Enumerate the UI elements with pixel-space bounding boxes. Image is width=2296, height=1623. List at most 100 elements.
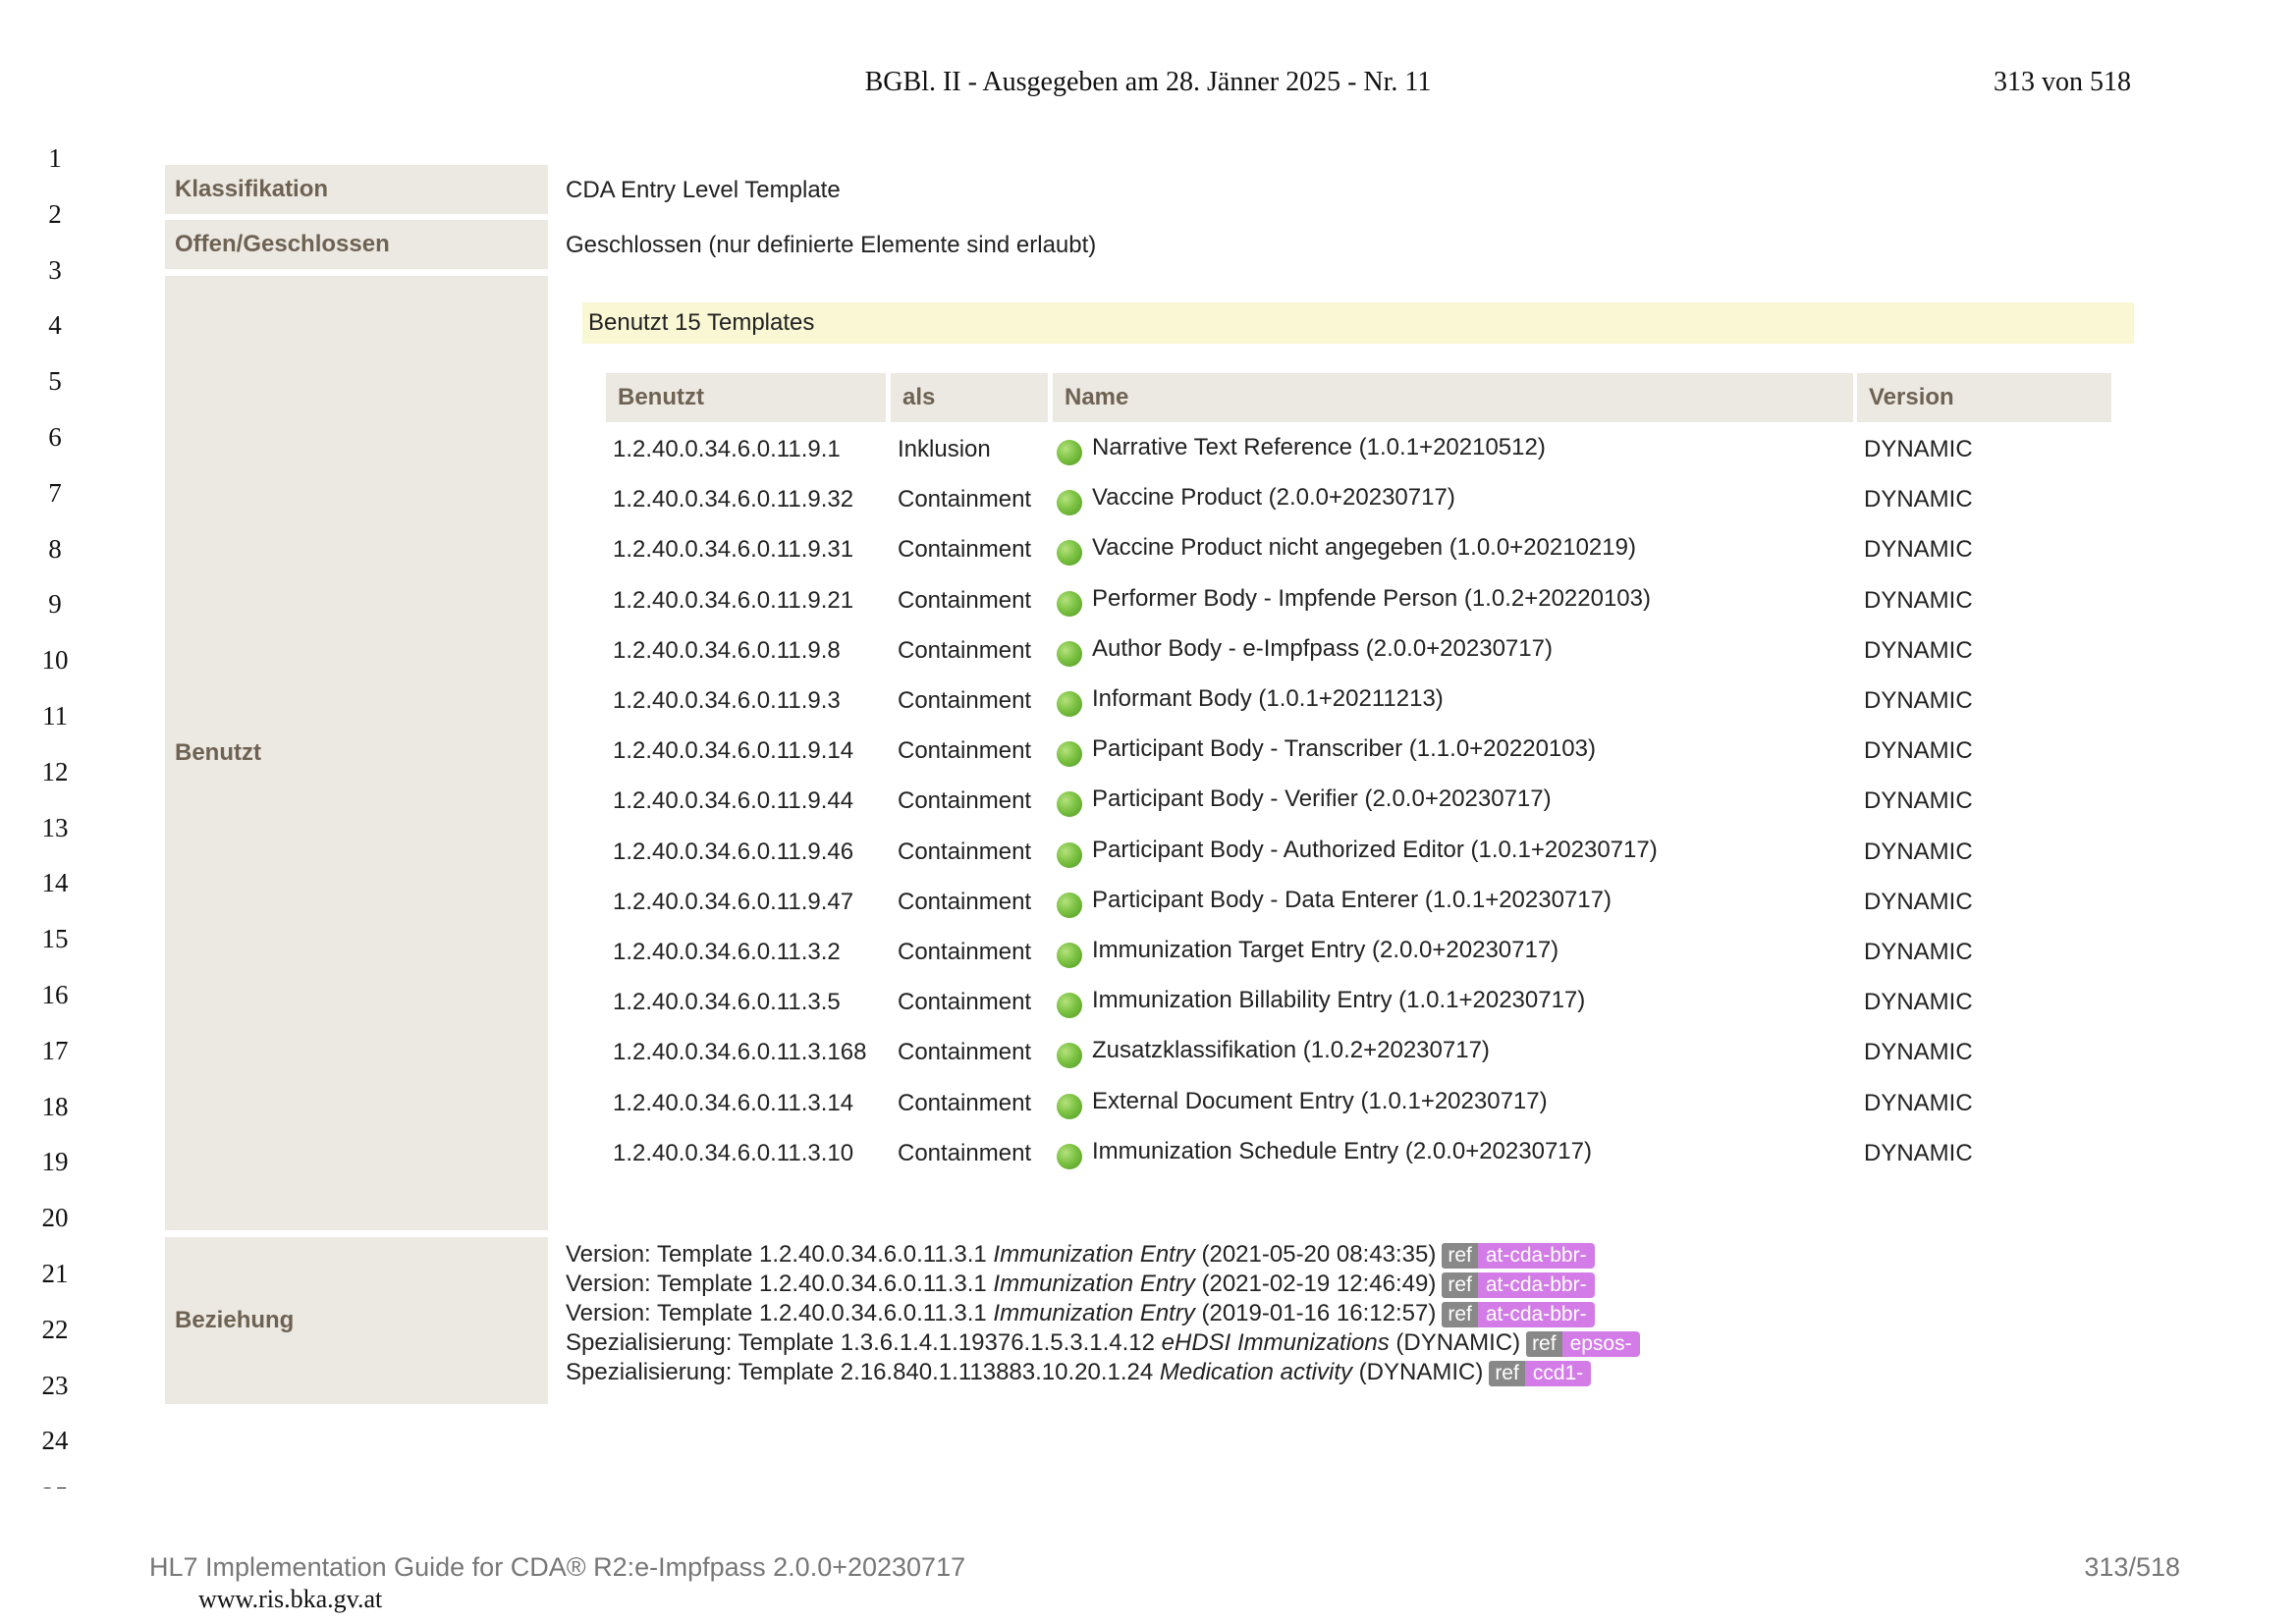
status-active-icon bbox=[1057, 540, 1082, 567]
relationship-suffix: (2019-01-16 16:12:57) bbox=[1194, 1300, 1437, 1326]
template-name-link[interactable]: Immunization Schedule Entry (2.0.0+20230… bbox=[1092, 1138, 1592, 1165]
template-name-link[interactable]: Participant Body - Authorized Editor (1.… bbox=[1092, 837, 1658, 864]
template-id: 1.2.40.0.34.6.0.11.9.21 bbox=[613, 586, 854, 614]
usage-type: Containment bbox=[898, 636, 1032, 664]
usage-type: Containment bbox=[898, 939, 1032, 965]
table-row: 1.2.40.0.34.6.0.11.9.8 Containment Author … bbox=[0, 627, 2296, 677]
relationship-prefix: Version: Template 1.2.40.0.34.6.0.11.3.1 bbox=[566, 1271, 994, 1297]
ref-target-link[interactable]: at-cda-bbr- bbox=[1477, 1301, 1595, 1327]
table-row: 1.2.40.0.34.6.0.11.3.168 Containment Zusat… bbox=[0, 1029, 2296, 1079]
template-name-link[interactable]: Author Body - e-Impfpass (2.0.0+20230717… bbox=[1092, 635, 1553, 663]
status-active-icon bbox=[1057, 440, 1082, 465]
klassifikation-value: CDA Entry Level Template bbox=[566, 177, 841, 203]
template-version: DYNAMIC bbox=[1864, 586, 1973, 614]
usage-type: Inklusion bbox=[898, 436, 991, 462]
relationship-line: Spezialisierung: Template 1.3.6.1.4.1.19… bbox=[566, 1328, 1640, 1358]
relationship-template-name: eHDSI Immunizations bbox=[1161, 1329, 1390, 1356]
usage-type: Containment bbox=[898, 838, 1032, 865]
klassifikation-label: Klassifikation bbox=[165, 165, 548, 214]
relationship-template-name: Immunization Entry bbox=[993, 1271, 1195, 1297]
template-name-link[interactable]: Performer Body - Impfende Person (1.0.2+… bbox=[1092, 585, 1651, 613]
template-name-link[interactable]: Zusatzklassifikation (1.0.2+20230717) bbox=[1092, 1037, 1490, 1064]
table-row: 1.2.40.0.34.6.0.11.3.5 Containment Immuniz… bbox=[0, 979, 2296, 1029]
status-active-icon bbox=[1057, 791, 1082, 818]
line-number: 21 bbox=[41, 1259, 69, 1288]
template-id: 1.2.40.0.34.6.0.11.3.14 bbox=[613, 1089, 854, 1116]
status-active-icon bbox=[1057, 490, 1082, 516]
usage-type: Containment bbox=[898, 586, 1032, 614]
offen-geschlossen-label: Offen/Geschlossen bbox=[165, 220, 548, 269]
table-row: 1.2.40.0.34.6.0.11.9.21 Containment Perfor… bbox=[0, 577, 2296, 627]
template-version: DYNAMIC bbox=[1864, 939, 1973, 965]
relationship-template-name: Medication activity bbox=[1159, 1359, 1352, 1385]
line-number: 4 bbox=[48, 310, 62, 341]
template-id: 1.2.40.0.34.6.0.11.3.10 bbox=[613, 1139, 854, 1166]
table-row: 1.2.40.0.34.6.0.11.3.14 Containment Extern… bbox=[0, 1080, 2296, 1130]
page-header-pagenumber: 313 von 518 bbox=[1994, 67, 2131, 97]
usage-type: Containment bbox=[898, 787, 1032, 815]
template-name-link[interactable]: Vaccine Product (2.0.0+20230717) bbox=[1092, 484, 1455, 512]
template-name-link[interactable]: Informant Body (1.0.1+20211213) bbox=[1092, 685, 1444, 713]
ref-target-link[interactable]: ccd1- bbox=[1524, 1360, 1592, 1386]
status-active-icon bbox=[1057, 993, 1082, 1019]
template-name-link[interactable]: Participant Body - Transcriber (1.1.0+20… bbox=[1092, 735, 1596, 763]
template-version: DYNAMIC bbox=[1864, 737, 1973, 765]
template-name-link[interactable]: Immunization Billability Entry (1.0.1+20… bbox=[1092, 987, 1585, 1014]
relationship-suffix: (2021-02-19 12:46:49) bbox=[1194, 1271, 1437, 1297]
template-version: DYNAMIC bbox=[1864, 536, 1973, 564]
template-name-link[interactable]: External Document Entry (1.0.1+20230717) bbox=[1092, 1088, 1548, 1115]
relationship-template-name: Immunization Entry bbox=[993, 1241, 1195, 1268]
line-number: 25 bbox=[35, 1482, 75, 1488]
template-name-link[interactable]: Participant Body - Data Enterer (1.0.1+2… bbox=[1092, 887, 1612, 914]
line-number: 23 bbox=[41, 1370, 69, 1400]
template-id: 1.2.40.0.34.6.0.11.9.47 bbox=[613, 888, 854, 915]
relationship-prefix: Spezialisierung: Template 1.3.6.1.4.1.19… bbox=[566, 1329, 1162, 1356]
template-name-link[interactable]: Participant Body - Verifier (2.0.0+20230… bbox=[1092, 785, 1552, 813]
ref-badge: ref bbox=[1526, 1330, 1562, 1357]
table-row: 1.2.40.0.34.6.0.11.9.14 Containment Partic… bbox=[0, 728, 2296, 778]
template-id: 1.2.40.0.34.6.0.11.9.1 bbox=[613, 436, 841, 462]
template-version: DYNAMIC bbox=[1864, 636, 1973, 664]
usage-type: Containment bbox=[898, 536, 1032, 564]
usage-type: Containment bbox=[898, 989, 1032, 1016]
relationship-prefix: Version: Template 1.2.40.0.34.6.0.11.3.1 bbox=[566, 1241, 994, 1268]
line-number: 22 bbox=[41, 1314, 69, 1344]
relationship-template-name: Immunization Entry bbox=[993, 1300, 1195, 1326]
table-row: 1.2.40.0.34.6.0.11.3.10 Containment Immuni… bbox=[0, 1130, 2296, 1180]
ref-badge: ref bbox=[1442, 1301, 1478, 1327]
status-active-icon bbox=[1057, 691, 1082, 717]
page-header-title: BGBl. II - Ausgegeben am 28. Jänner 2025… bbox=[864, 67, 1432, 97]
ref-target-link[interactable]: at-cda-bbr- bbox=[1477, 1271, 1595, 1298]
template-id: 1.2.40.0.34.6.0.11.3.2 bbox=[613, 939, 841, 965]
beziehung-label: Beziehung bbox=[165, 1237, 548, 1404]
usage-type: Containment bbox=[898, 737, 1032, 765]
line-number: 1 bbox=[48, 143, 62, 173]
usage-type: Containment bbox=[898, 687, 1032, 714]
template-version: DYNAMIC bbox=[1864, 1089, 1973, 1116]
status-active-icon bbox=[1057, 892, 1082, 918]
line-number: 24 bbox=[41, 1426, 69, 1456]
template-name-link[interactable]: Narrative Text Reference (1.0.1+20210512… bbox=[1092, 434, 1546, 461]
relationship-line: Spezialisierung: Template 2.16.840.1.113… bbox=[566, 1358, 1592, 1387]
usage-type: Containment bbox=[898, 1039, 1032, 1066]
template-version: DYNAMIC bbox=[1864, 486, 1973, 514]
column-header-als: als bbox=[891, 373, 1048, 422]
column-header-name: Name bbox=[1053, 373, 1853, 422]
ref-badge: ref bbox=[1489, 1360, 1525, 1386]
relationship-line: Version: Template 1.2.40.0.34.6.0.11.3.1… bbox=[566, 1299, 1595, 1328]
ref-target-link[interactable]: at-cda-bbr- bbox=[1477, 1242, 1595, 1269]
footer-url: www.ris.bka.gv.at bbox=[198, 1585, 383, 1613]
line-number: 5 bbox=[48, 366, 62, 397]
usage-type: Containment bbox=[898, 486, 1032, 514]
usage-type: Containment bbox=[898, 888, 1032, 915]
table-row: 1.2.40.0.34.6.0.11.3.2 Containment Immuniz… bbox=[0, 929, 2296, 979]
relationship-prefix: Spezialisierung: Template 2.16.840.1.113… bbox=[566, 1359, 1160, 1385]
template-name-link[interactable]: Immunization Target Entry (2.0.0+2023071… bbox=[1092, 937, 1558, 964]
table-row: 1.2.40.0.34.6.0.11.9.47 Containment Partic… bbox=[0, 879, 2296, 929]
offen-geschlossen-value: Geschlossen (nur definierte Elemente sin… bbox=[566, 232, 1097, 258]
template-name-link[interactable]: Vaccine Product nicht angegeben (1.0.0+2… bbox=[1092, 534, 1636, 562]
table-row: 1.2.40.0.34.6.0.11.9.31 Containment Vaccin… bbox=[0, 526, 2296, 576]
relationship-line: Version: Template 1.2.40.0.34.6.0.11.3.1… bbox=[566, 1240, 1595, 1270]
status-active-icon bbox=[1057, 1043, 1082, 1069]
ref-target-link[interactable]: epsos- bbox=[1561, 1330, 1640, 1357]
